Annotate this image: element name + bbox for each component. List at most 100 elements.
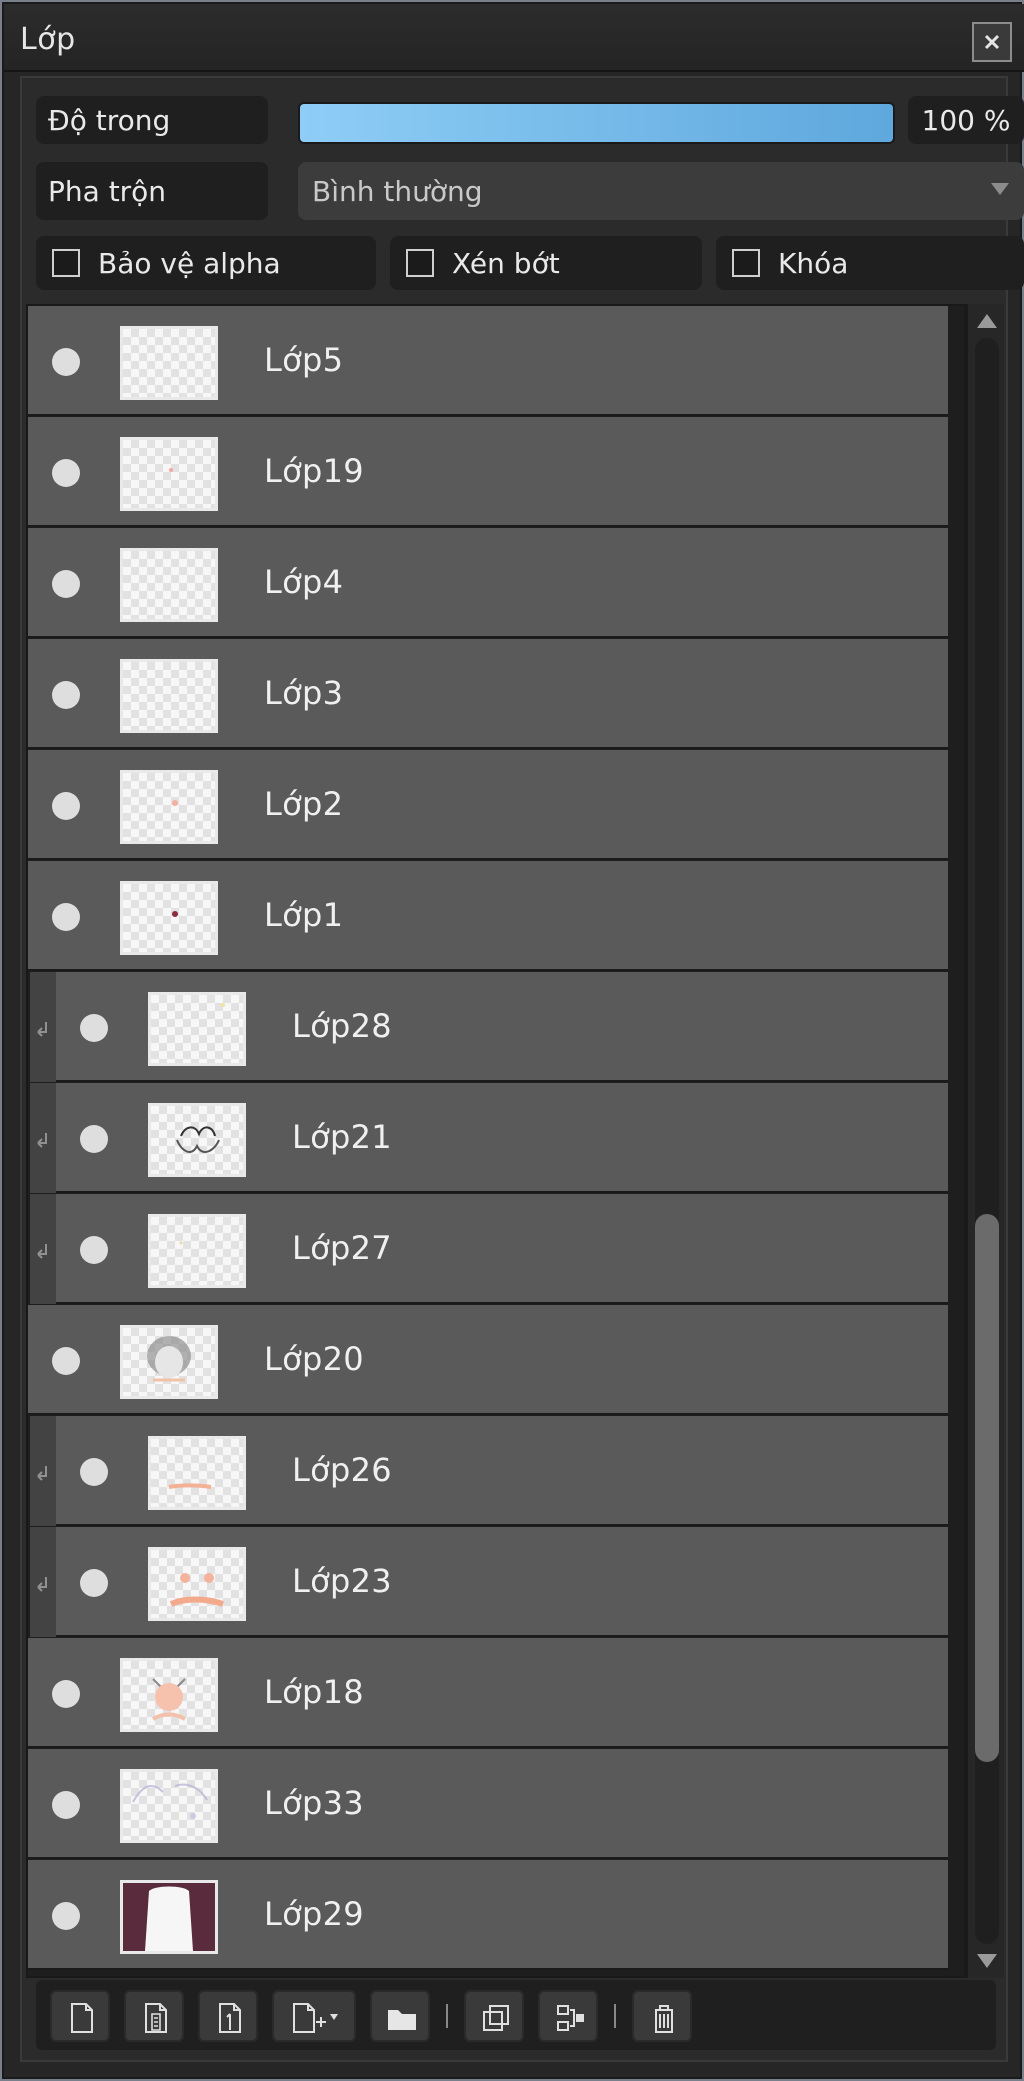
layer-row-lop29[interactable]: Lớp29 — [28, 1860, 948, 1970]
layer-thumbnail[interactable] — [120, 437, 218, 511]
close-button[interactable] — [972, 22, 1012, 62]
layer-row-lop28[interactable]: Lớp28 — [56, 972, 948, 1082]
visibility-toggle-icon[interactable] — [80, 1236, 108, 1264]
layer-thumbnail[interactable] — [120, 1769, 218, 1843]
clipping-indicator — [30, 1083, 58, 1193]
layer-row-lop19[interactable]: Lớp19 — [28, 417, 948, 527]
visibility-toggle-icon[interactable] — [52, 1791, 80, 1819]
layer-row-lop20[interactable]: Lớp20 — [28, 1305, 948, 1415]
layer-thumbnail[interactable] — [120, 881, 218, 955]
visibility-toggle-icon[interactable] — [52, 459, 80, 487]
visibility-toggle-icon[interactable] — [80, 1125, 108, 1153]
clipping-indicator — [30, 1416, 58, 1526]
layer-thumbnail[interactable] — [148, 1214, 246, 1288]
layer-row-lop27[interactable]: Lớp27 — [56, 1194, 948, 1304]
scroll-down-icon[interactable] — [977, 1954, 997, 1968]
clipping-checkbox[interactable]: Xén bớt — [390, 236, 702, 290]
layer-row-lop33[interactable]: Lớp33 — [28, 1749, 948, 1859]
visibility-toggle-icon[interactable] — [80, 1569, 108, 1597]
new-8bit-layer-button[interactable] — [124, 1990, 184, 2042]
layer-row-lop3[interactable]: Lớp3 — [28, 639, 948, 749]
duplicate-layer-button[interactable] — [464, 1990, 524, 2042]
layer-name[interactable]: Lớp27 — [292, 1229, 392, 1267]
lock-checkbox[interactable]: Khóa — [716, 236, 1024, 290]
layer-name[interactable]: Lớp5 — [264, 341, 343, 379]
visibility-toggle-icon[interactable] — [80, 1458, 108, 1486]
merge-layer-button[interactable] — [538, 1990, 598, 2042]
layer-window: Lớp Độ trong 100 % Pha trộn Bình thường — [0, 0, 1024, 2081]
opacity-row: Độ trong 100 % — [36, 96, 1024, 144]
layer-thumbnail-content — [168, 1483, 212, 1489]
layer-thumbnail-content — [123, 1883, 215, 1951]
layer-name[interactable]: Lớp29 — [264, 1895, 364, 1933]
layer-thumbnail[interactable] — [120, 548, 218, 622]
layer-name[interactable]: Lớp26 — [292, 1451, 392, 1489]
close-icon — [984, 34, 1000, 50]
layer-name[interactable]: Lớp19 — [264, 452, 364, 490]
visibility-toggle-icon[interactable] — [52, 1680, 80, 1708]
chevron-down-icon — [991, 183, 1009, 195]
layer-row-lop4[interactable]: Lớp4 — [28, 528, 948, 638]
visibility-toggle-icon[interactable] — [52, 903, 80, 931]
visibility-toggle-icon[interactable] — [52, 1902, 80, 1930]
layer-name[interactable]: Lớp4 — [264, 563, 343, 601]
layer-thumbnail[interactable] — [120, 326, 218, 400]
protect-alpha-checkbox[interactable]: Bảo vệ alpha — [36, 236, 376, 290]
layer-name[interactable]: Lớp33 — [264, 1784, 364, 1822]
layer-list-scrollbar[interactable] — [966, 304, 1004, 1978]
layer-row-lop5[interactable]: Lớp5 — [28, 306, 948, 416]
layer-name[interactable]: Lớp3 — [264, 674, 343, 712]
layer-row-lop26[interactable]: Lớp26 — [56, 1416, 948, 1526]
clipping-label: Xén bớt — [452, 246, 560, 280]
layer-row-lop21[interactable]: Lớp21 — [56, 1083, 948, 1193]
layer-thumbnail[interactable] — [120, 1658, 218, 1732]
visibility-toggle-icon[interactable] — [52, 792, 80, 820]
layer-row-lop2[interactable]: Lớp2 — [28, 750, 948, 860]
layer-thumbnail[interactable] — [148, 1436, 246, 1510]
blend-row: Pha trộn Bình thường — [36, 162, 1024, 220]
add-layer-dropdown-icon — [293, 2003, 338, 2033]
opacity-slider[interactable] — [298, 102, 895, 144]
add-layer-dropdown-button[interactable] — [272, 1990, 356, 2042]
delete-layer-icon — [655, 2005, 673, 2033]
new-folder-button[interactable] — [370, 1990, 430, 2042]
layer-name[interactable]: Lớp18 — [264, 1673, 364, 1711]
delete-layer-button[interactable] — [632, 1990, 692, 2042]
layer-thumbnail-content — [176, 1126, 220, 1154]
layer-list: Lớp5 Lớp19 Lớp4 Lớp3 Lớp2 Lớp1 Lớp28 Lớp… — [26, 304, 966, 1978]
opacity-value[interactable]: 100 % — [908, 96, 1024, 144]
clip-arrow-icon — [37, 1466, 47, 1481]
new-1bit-layer-button[interactable] — [198, 1990, 258, 2042]
layer-row-lop23[interactable]: Lớp23 — [56, 1527, 948, 1637]
opacity-slider-fill — [300, 104, 893, 142]
layer-thumbnail[interactable] — [148, 1103, 246, 1177]
scroll-up-icon[interactable] — [977, 314, 997, 328]
new-layer-button[interactable] — [50, 1990, 110, 2042]
blend-label: Pha trộn — [36, 162, 268, 220]
layer-properties-panel: Độ trong 100 % Pha trộn Bình thường Bảo … — [20, 76, 1024, 2062]
visibility-toggle-icon[interactable] — [52, 1347, 80, 1375]
layer-thumbnail[interactable] — [120, 1880, 218, 1954]
layer-row-lop18[interactable]: Lớp18 — [28, 1638, 948, 1748]
layer-name[interactable]: Lớp28 — [292, 1007, 392, 1045]
layer-thumbnail[interactable] — [148, 992, 246, 1066]
layer-thumbnail[interactable] — [120, 1325, 218, 1399]
layer-name[interactable]: Lớp1 — [264, 896, 343, 934]
visibility-toggle-icon[interactable] — [80, 1014, 108, 1042]
blend-mode-value: Bình thường — [312, 174, 483, 208]
layer-name[interactable]: Lớp21 — [292, 1118, 392, 1156]
layer-thumbnail[interactable] — [148, 1547, 246, 1621]
layer-thumbnail[interactable] — [120, 659, 218, 733]
layer-name[interactable]: Lớp23 — [292, 1562, 392, 1600]
visibility-toggle-icon[interactable] — [52, 570, 80, 598]
layer-name[interactable]: Lớp20 — [264, 1340, 364, 1378]
toolbar-separator — [446, 2004, 448, 2028]
visibility-toggle-icon[interactable] — [52, 681, 80, 709]
scroll-thumb[interactable] — [975, 1214, 999, 1762]
layer-thumbnail[interactable] — [120, 770, 218, 844]
blend-mode-select[interactable]: Bình thường — [298, 162, 1024, 220]
new-1bit-layer-icon — [219, 2003, 241, 2033]
layer-name[interactable]: Lớp2 — [264, 785, 343, 823]
visibility-toggle-icon[interactable] — [52, 348, 80, 376]
layer-row-lop1[interactable]: Lớp1 — [28, 861, 948, 971]
